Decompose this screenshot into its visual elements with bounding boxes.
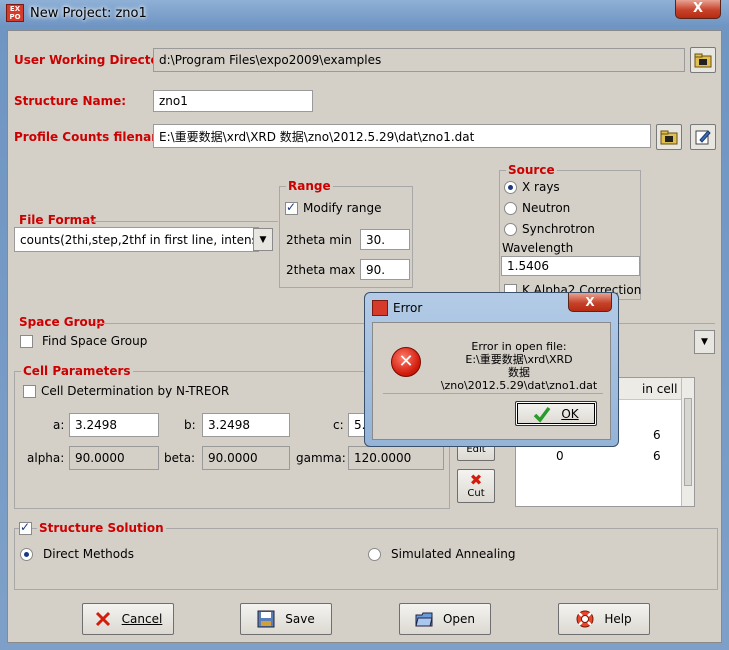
lifebuoy-icon	[576, 610, 594, 628]
cancel-label: Cancel	[121, 612, 163, 626]
error-dialog: Error X ✕ Error in open file: E:\重要数据\xr…	[364, 292, 619, 447]
space-group-title: Space Group	[19, 315, 105, 329]
range-group: Range Modify range 2theta min 30. 2theta…	[279, 179, 413, 288]
profile-filename-input[interactable]: E:\重要数据\xrd\XRD 数据\zno\2012.5.29\dat\zno…	[153, 124, 651, 148]
chevron-down-icon[interactable]: ▼	[253, 228, 273, 251]
gamma-label: gamma:	[296, 451, 346, 465]
a-input[interactable]: 3.2498	[69, 413, 159, 437]
open-label: Open	[442, 612, 476, 626]
save-button[interactable]: Save	[240, 603, 332, 635]
error-message-line: E:\重要数据\xrd\XRD	[465, 353, 573, 366]
synchrotron-radio[interactable]	[504, 223, 517, 236]
neutron-label: Neutron	[522, 201, 571, 215]
source-title: Source	[506, 163, 557, 177]
theta-min-input[interactable]: 30.	[360, 229, 410, 250]
beta-label: beta:	[164, 451, 196, 465]
xray-label: X rays	[522, 180, 560, 194]
range-title: Range	[286, 179, 333, 193]
b-label: b:	[184, 418, 196, 432]
dialog-close-button[interactable]: X	[568, 293, 612, 312]
error-message: Error in open file: E:\重要数据\xrd\XRD 数据\z…	[431, 340, 607, 392]
app-icon: EX PO	[6, 4, 24, 22]
xray-radio[interactable]	[504, 181, 517, 194]
folder-icon	[660, 130, 678, 145]
cut-button-label: Cut	[467, 488, 485, 499]
theta-min-label: 2theta min	[286, 233, 352, 247]
scroll-thumb[interactable]	[684, 398, 692, 486]
simulated-annealing-radio[interactable]	[368, 548, 381, 561]
ntreor-checkbox[interactable]	[23, 385, 36, 398]
save-icon	[257, 610, 275, 628]
cut-button[interactable]: ✖ Cut	[457, 469, 495, 503]
window-title: New Project: zno1	[30, 6, 147, 21]
modify-range-label: Modify range	[303, 201, 382, 215]
list-row[interactable]: 0 6	[516, 449, 681, 465]
synchrotron-label: Synchrotron	[522, 222, 595, 236]
list-cell: 6	[653, 449, 661, 463]
title-bar[interactable]: EX PO New Project: zno1 X	[0, 0, 729, 28]
app-icon	[372, 300, 388, 316]
structure-solution-group: Structure Solution Direct Methods Simula…	[14, 520, 718, 590]
direct-methods-radio[interactable]	[20, 548, 33, 561]
ok-button[interactable]: OK	[515, 401, 597, 426]
window-close-button[interactable]: X	[675, 0, 721, 19]
find-space-group-checkbox[interactable]	[20, 335, 33, 348]
gamma-input[interactable]: 120.0000	[348, 446, 444, 470]
browse-profile-button[interactable]	[656, 124, 682, 150]
error-message-line: Error in open file:	[471, 340, 567, 353]
direct-methods-label: Direct Methods	[43, 547, 135, 561]
neutron-radio[interactable]	[504, 202, 517, 215]
browse-dir-button[interactable]	[690, 47, 716, 73]
beta-input[interactable]: 90.0000	[202, 446, 290, 470]
error-message-line: 数据\zno\2012.5.29\dat\zno1.dat	[440, 366, 598, 392]
error-icon: ✕	[391, 347, 421, 377]
edit-profile-button[interactable]	[690, 124, 716, 150]
simulated-annealing-label: Simulated Annealing	[391, 547, 516, 561]
dialog-divider	[383, 393, 603, 394]
help-button[interactable]: Help	[558, 603, 650, 635]
cancel-icon	[95, 611, 110, 627]
folder-icon	[694, 53, 712, 68]
user-dir-field[interactable]: d:\Program Files\expo2009\examples	[153, 48, 685, 72]
ok-label: OK	[561, 406, 579, 421]
theta-max-label: 2theta max	[286, 263, 356, 277]
a-label: a:	[53, 418, 65, 432]
structure-solution-checkbox[interactable]	[19, 520, 32, 535]
cancel-button[interactable]: Cancel	[82, 603, 174, 635]
ntreor-label: Cell Determination by N-TREOR	[41, 384, 230, 398]
structure-solution-title: Structure Solution	[37, 521, 166, 535]
modify-range-checkbox[interactable]	[285, 200, 298, 215]
project-window: EX PO New Project: zno1 X User Working Di…	[0, 0, 729, 650]
file-format-select[interactable]: counts(2thi,step,2thf in first line, int…	[14, 227, 259, 252]
list-cell: 6	[653, 428, 661, 442]
structure-name-input[interactable]: zno1	[153, 90, 313, 112]
theta-max-input[interactable]: 90.	[360, 259, 410, 280]
chevron-down-icon[interactable]: ▼	[694, 330, 715, 354]
cell-title: Cell Parameters	[21, 364, 133, 378]
help-label: Help	[604, 612, 632, 626]
c-label: c:	[333, 418, 344, 432]
find-space-group-label: Find Space Group	[42, 334, 148, 348]
checkmark-icon	[534, 406, 551, 423]
cut-icon: ✖	[469, 471, 483, 489]
save-label: Save	[285, 612, 315, 626]
file-format-title: File Format	[19, 213, 96, 227]
open-button[interactable]: Open	[399, 603, 491, 635]
alpha-input[interactable]: 90.0000	[69, 446, 159, 470]
edit-icon	[695, 130, 711, 145]
structure-name-label: Structure Name:	[14, 94, 127, 108]
wavelength-input[interactable]: 1.5406	[501, 256, 640, 276]
source-group: Source X rays Neutron Synchrotron Wavele…	[499, 163, 641, 300]
dialog-title: Error	[393, 301, 423, 315]
list-scrollbar[interactable]	[681, 378, 694, 506]
list-header-cell: in cell	[642, 382, 678, 396]
list-cell: 0	[556, 449, 564, 463]
dialog-body: ✕ Error in open file: E:\重要数据\xrd\XRD 数据…	[372, 322, 611, 440]
b-input[interactable]: 3.2498	[202, 413, 290, 437]
file-format-rule	[92, 221, 278, 222]
alpha-label: alpha:	[27, 451, 65, 465]
open-folder-icon	[415, 612, 433, 627]
wavelength-label: Wavelength	[502, 241, 574, 255]
